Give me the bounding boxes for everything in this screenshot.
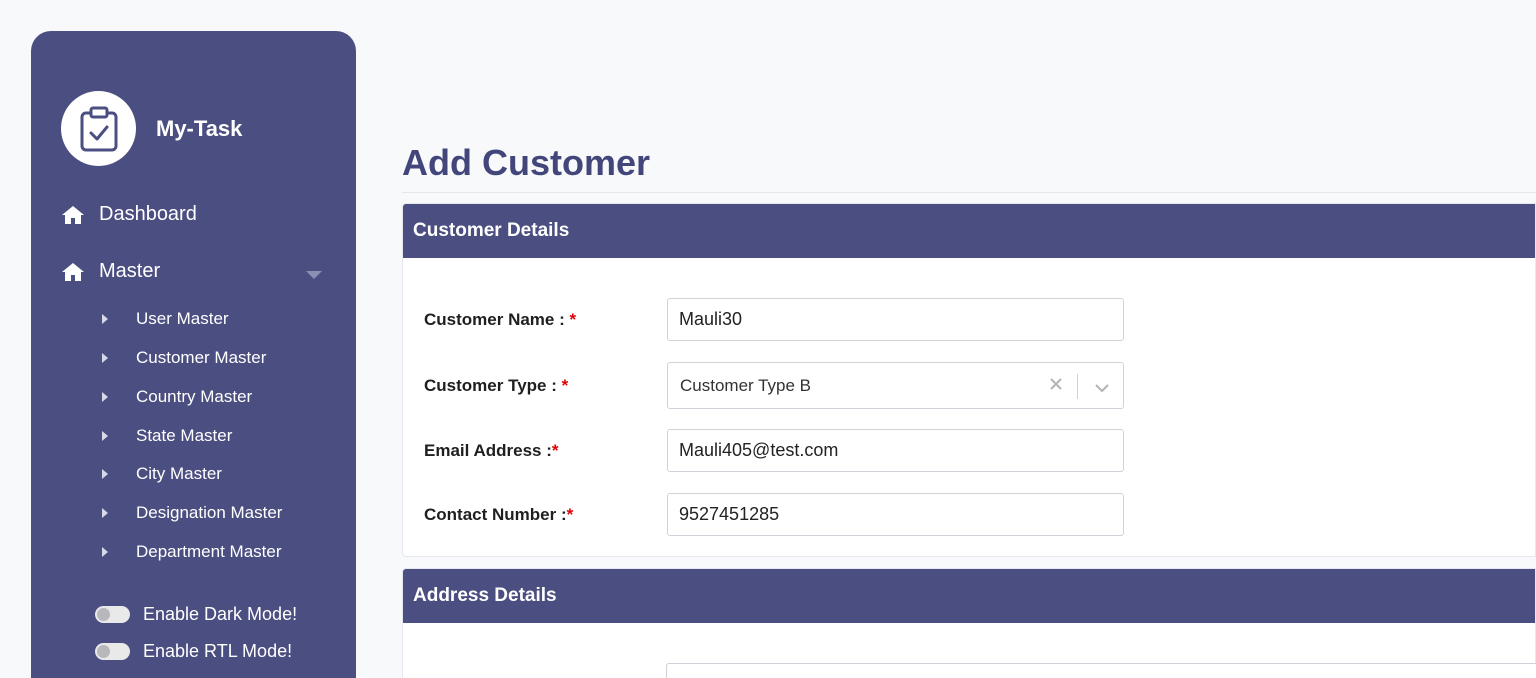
customer-type-label: Customer Type : * [424,376,667,396]
contact-input[interactable]: 9527451285 [667,493,1124,536]
address-input[interactable] [666,663,1536,678]
sidebar-item-department-master[interactable]: Department Master [101,542,282,562]
select-separator [1077,374,1078,399]
rtl-mode-row: Enable RTL Mode! [95,641,292,662]
selected-value: Customer Type B [680,375,812,395]
customer-details-card: Customer Details Customer Name : * Mauli… [402,203,1536,557]
brand[interactable]: My-Task [61,91,242,166]
sidebar-item-city-master[interactable]: City Master [101,464,222,484]
clipboard-check-icon [61,91,136,166]
sidebar-item-state-master[interactable]: State Master [101,426,232,446]
caret-right-icon [101,391,136,403]
sidebar-item-country-master[interactable]: Country Master [101,387,252,407]
caret-right-icon [101,352,136,364]
rtl-mode-label: Enable RTL Mode! [143,641,293,661]
customer-type-row: Customer Type : * Customer Type B [424,362,1124,409]
contact-label: Contact Number :* [424,505,667,525]
caret-right-icon [101,313,136,325]
customer-type-select[interactable]: Customer Type B [667,362,1124,409]
customer-name-label: Customer Name : * [424,310,667,330]
sidebar-item-customer-master[interactable]: Customer Master [101,348,266,368]
rtl-mode-toggle[interactable] [95,643,130,660]
caret-right-icon [101,430,136,442]
toggle-knob [97,645,110,658]
title-divider [402,192,1536,193]
required-marker: * [569,309,577,329]
dark-mode-label: Enable Dark Mode! [143,604,298,624]
nav-item-label: Dashboard [99,203,197,225]
email-row: Email Address :* Mauli405@test.com [424,429,1124,472]
required-marker: * [561,375,569,395]
caret-right-icon [101,468,136,480]
required-marker: * [566,504,574,524]
customer-name-input[interactable]: Mauli30 [667,298,1124,341]
home-icon [61,204,85,226]
customer-details-header: Customer Details [403,204,1535,258]
sidebar-item-designation-master[interactable]: Designation Master [101,503,282,523]
sidebar-item-label: User Master [136,309,229,328]
caret-right-icon [101,507,136,519]
sidebar-item-label: State Master [136,426,233,445]
caret-down-icon[interactable] [305,267,323,285]
contact-row: Contact Number :* 9527451285 [424,493,1124,536]
clear-icon[interactable] [1049,376,1063,396]
sidebar-item-label: Country Master [136,387,253,406]
dark-mode-toggle[interactable] [95,606,130,623]
label-text: Contact Number : [424,504,567,524]
caret-right-icon [101,546,136,558]
toggle-knob [97,608,110,621]
address-details-card: Address Details [402,568,1536,678]
sidebar-item-label: Department Master [136,542,282,561]
email-input[interactable]: Mauli405@test.com [667,429,1124,472]
dark-mode-row: Enable Dark Mode! [95,604,297,625]
customer-name-row: Customer Name : * Mauli30 [424,298,1124,341]
page-title: Add Customer [402,142,651,183]
chevron-down-icon[interactable] [1094,378,1110,398]
nav-item-master[interactable]: Master [61,260,160,283]
label-text: Customer Name : [424,309,565,329]
address-details-header: Address Details [403,569,1535,623]
nav-item-label: Master [99,260,161,282]
sidebar: My-Task Dashboard Master User Master Cus… [31,31,356,678]
email-label: Email Address :* [424,441,667,461]
sidebar-item-user-master[interactable]: User Master [101,309,229,329]
sidebar-item-label: Designation Master [136,503,283,522]
sidebar-item-label: City Master [136,464,222,483]
label-text: Customer Type : [424,375,557,395]
brand-name: My-Task [156,115,243,141]
label-text: Email Address : [424,440,552,460]
required-marker: * [551,440,559,460]
nav-item-dashboard[interactable]: Dashboard [61,203,197,226]
sidebar-item-label: Customer Master [136,348,267,367]
home-icon [61,261,85,283]
